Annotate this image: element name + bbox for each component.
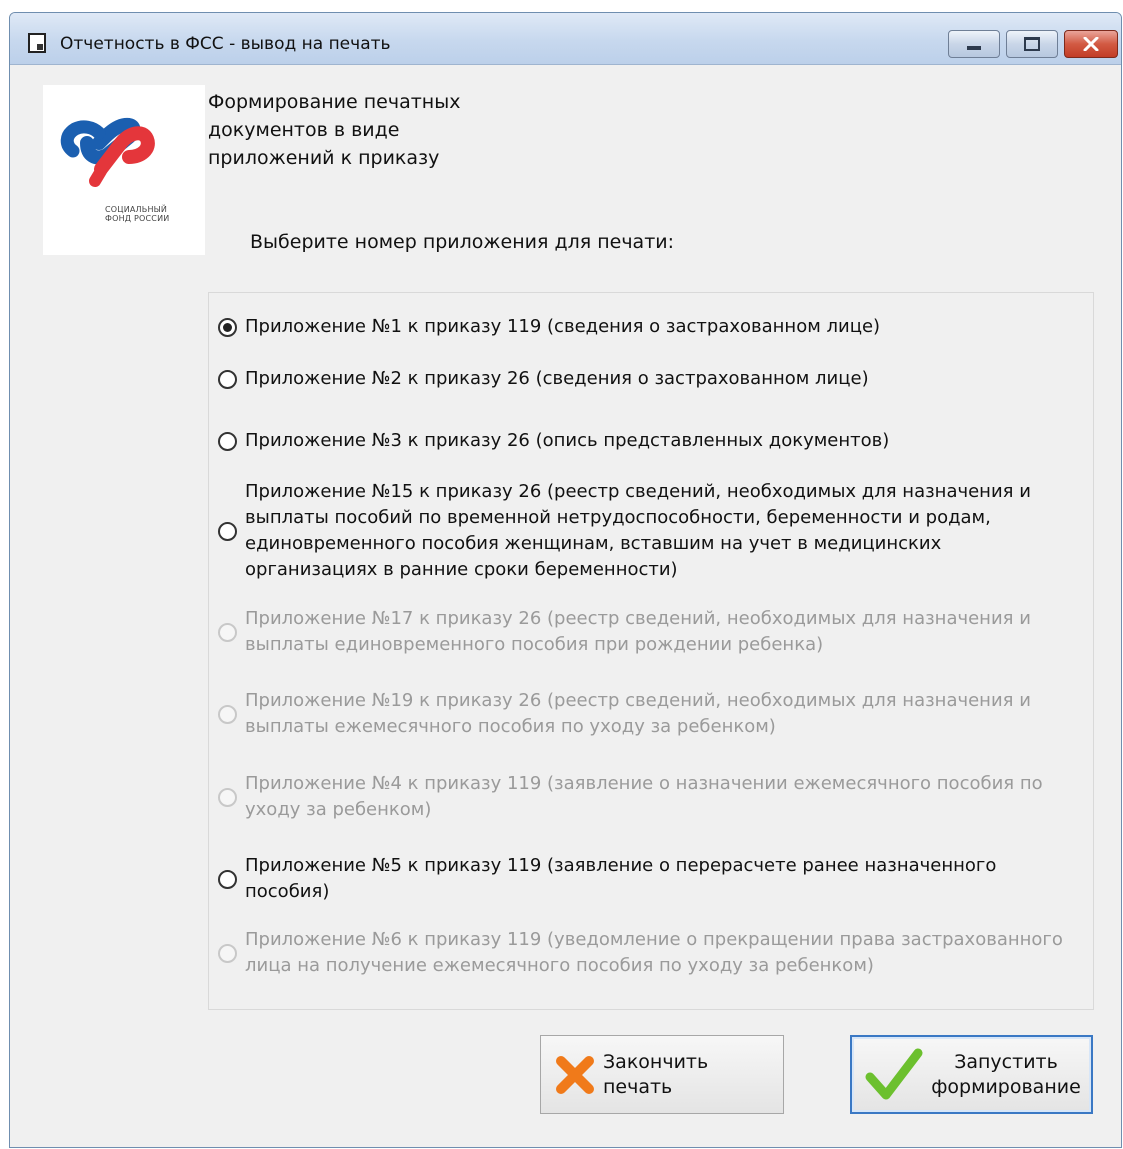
appendix-options-group: Приложение №1 к приказу 119 (сведения о … — [208, 292, 1094, 1010]
description-line2: документов в виде — [208, 119, 400, 141]
logo-caption-line1: СОЦИАЛЬНЫЙ — [105, 205, 168, 214]
description-line1: Формирование печатных — [208, 91, 461, 113]
minimize-icon — [967, 46, 981, 50]
maximize-button[interactable] — [1006, 30, 1058, 58]
option-label: Приложение №4 к приказу 119 (заявление о… — [245, 771, 1085, 823]
title-bar[interactable]: Отчетность в ФСС - вывод на печать — [10, 13, 1121, 65]
option-appendix-19: Приложение №19 к приказу 26 (реестр свед… — [209, 688, 1089, 740]
window-title: Отчетность в ФСС - вывод на печать — [60, 34, 391, 54]
choose-appendix-label: Выберите номер приложения для печати: — [250, 231, 675, 253]
option-appendix-6: Приложение №6 к приказу 119 (уведомление… — [209, 927, 1089, 979]
option-label-line: Приложение №4 к приказу 119 (заявление о… — [245, 773, 1043, 794]
print-dialog-window: Отчетность в ФСС - вывод на печать СОЦИА… — [9, 12, 1122, 1148]
option-label-line: Приложение №3 к приказу 26 (опись предст… — [245, 430, 890, 451]
option-label-line: Приложение №2 к приказу 26 (сведения о з… — [245, 368, 869, 389]
option-label-line: Приложение №19 к приказу 26 (реестр свед… — [245, 690, 1031, 711]
app-document-icon — [28, 33, 46, 53]
option-label-line: пособия) — [245, 881, 330, 902]
radio-button-disabled — [218, 787, 237, 807]
option-label-line: Приложение №5 к приказу 119 (заявление о… — [245, 855, 997, 876]
option-label: Приложение №17 к приказу 26 (реестр свед… — [245, 606, 1085, 658]
option-label: Приложение №1 к приказу 119 (сведения о … — [245, 314, 1085, 340]
start-generation-label-line2: формирование — [931, 1075, 1081, 1098]
option-label-line: лица на получение ежемесячного пособия п… — [245, 955, 874, 976]
option-label-line: Приложение №17 к приказу 26 (реестр свед… — [245, 608, 1031, 629]
dialog-description: Формирование печатных документов в виде … — [208, 88, 508, 172]
radio-button[interactable] — [218, 431, 237, 451]
cross-icon — [556, 1055, 594, 1094]
sfr-logo: СОЦИАЛЬНЫЙ ФОНД РОССИИ — [43, 85, 205, 255]
option-label-line: выплаты ежемесячного пособия по уходу за… — [245, 716, 776, 737]
option-appendix-5[interactable]: Приложение №5 к приказу 119 (заявление о… — [209, 853, 1089, 905]
option-appendix-2[interactable]: Приложение №2 к приказу 26 (сведения о з… — [209, 366, 1089, 392]
option-label: Приложение №15 к приказу 26 (реестр свед… — [245, 479, 1085, 583]
maximize-icon — [1024, 37, 1040, 51]
radio-button-disabled — [218, 943, 237, 963]
option-appendix-17: Приложение №17 к приказу 26 (реестр свед… — [209, 606, 1089, 658]
option-label-line: Приложение №15 к приказу 26 (реестр свед… — [245, 481, 1031, 502]
description-line3: приложений к приказу — [208, 147, 440, 169]
option-label: Приложение №3 к приказу 26 (опись предст… — [245, 428, 1085, 454]
checkmark-icon — [865, 1048, 923, 1099]
option-label-line: Приложение №6 к приказу 119 (уведомление… — [245, 929, 1063, 950]
logo-caption: СОЦИАЛЬНЫЙ ФОНД РОССИИ — [105, 205, 169, 223]
sfr-logo-mark — [60, 117, 155, 187]
option-appendix-4: Приложение №4 к приказу 119 (заявление о… — [209, 771, 1089, 823]
start-generation-label: Запустить формирование — [926, 1050, 1086, 1100]
option-label-line: единовременного пособия женщинам, вставш… — [245, 533, 942, 554]
option-label: Приложение №2 к приказу 26 (сведения о з… — [245, 366, 1085, 392]
finish-printing-button[interactable]: Закончить печать — [540, 1035, 784, 1114]
option-label-line: выплаты пособий по временной нетрудоспос… — [245, 507, 991, 528]
radio-button-disabled — [218, 704, 237, 724]
start-generation-label-line1: Запустить — [954, 1050, 1058, 1073]
option-label: Приложение №19 к приказу 26 (реестр свед… — [245, 688, 1085, 740]
option-label-line: выплаты единовременного пособия при рожд… — [245, 634, 824, 655]
radio-button-disabled — [218, 622, 237, 642]
option-label-line: Приложение №1 к приказу 119 (сведения о … — [245, 316, 881, 337]
radio-button[interactable] — [218, 869, 237, 889]
radio-button[interactable] — [218, 369, 237, 389]
close-icon — [1083, 37, 1099, 51]
minimize-button[interactable] — [948, 30, 1000, 58]
option-label: Приложение №5 к приказу 119 (заявление о… — [245, 853, 1085, 905]
radio-button[interactable] — [218, 317, 237, 337]
option-appendix-3[interactable]: Приложение №3 к приказу 26 (опись предст… — [209, 428, 1089, 454]
option-label-line: уходу за ребенком) — [245, 799, 432, 820]
finish-printing-label: Закончить печать — [603, 1050, 709, 1098]
option-label: Приложение №6 к приказу 119 (уведомление… — [245, 927, 1085, 979]
option-label-line: организациях в ранние сроки беременности… — [245, 559, 678, 580]
option-appendix-15[interactable]: Приложение №15 к приказу 26 (реестр свед… — [209, 479, 1089, 583]
option-appendix-1[interactable]: Приложение №1 к приказу 119 (сведения о … — [209, 314, 1089, 340]
close-button[interactable] — [1064, 30, 1118, 58]
radio-button[interactable] — [218, 521, 237, 541]
logo-caption-line2: ФОНД РОССИИ — [105, 214, 170, 223]
start-generation-button[interactable]: Запустить формирование — [850, 1035, 1093, 1114]
